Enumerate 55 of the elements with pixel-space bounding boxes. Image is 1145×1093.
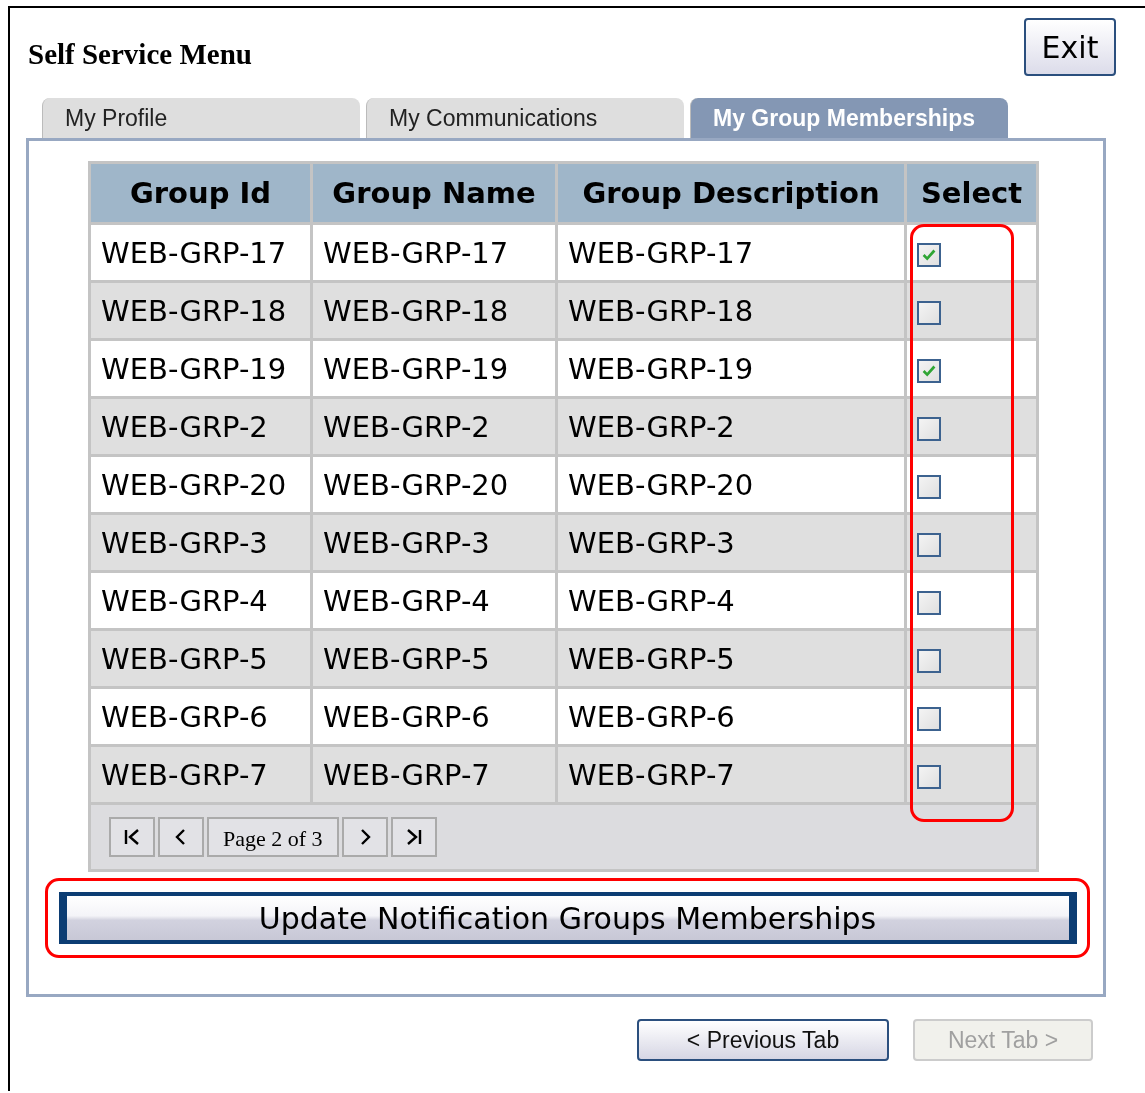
table-cell: WEB-GRP-17 [556, 223, 906, 282]
table-cell: WEB-GRP-20 [556, 455, 906, 514]
table-cell: WEB-GRP-2 [311, 397, 557, 456]
table-cell: WEB-GRP-17 [89, 223, 312, 282]
checkbox[interactable] [917, 648, 941, 673]
table-cell: WEB-GRP-4 [89, 571, 312, 630]
table-cell: WEB-GRP-5 [89, 629, 312, 688]
table-cell: WEB-GRP-6 [556, 687, 906, 746]
table-cell: WEB-GRP-2 [556, 397, 906, 456]
table-cell: WEB-GRP-19 [556, 339, 906, 398]
tab[interactable]: My Communications [366, 98, 684, 138]
checkbox[interactable] [917, 300, 941, 325]
window-title: Self Service Menu [28, 38, 252, 71]
table-cell: WEB-GRP-4 [311, 571, 557, 630]
table-cell: WEB-GRP-19 [311, 339, 557, 398]
table-cell: WEB-GRP-7 [89, 745, 312, 804]
table-cell: WEB-GRP-2 [89, 397, 312, 456]
table-cell: WEB-GRP-18 [556, 281, 906, 340]
table-cell: WEB-GRP-7 [311, 745, 557, 804]
page-indicator: Page 2 of 3 [207, 817, 339, 857]
next-page-button[interactable] [341, 817, 388, 857]
previous-page-button[interactable] [158, 817, 204, 857]
table-cell: WEB-GRP-18 [89, 281, 312, 340]
table-cell: WEB-GRP-5 [311, 629, 557, 688]
table-cell: WEB-GRP-3 [89, 513, 312, 572]
checkbox[interactable] [917, 416, 941, 441]
table-cell: WEB-GRP-17 [311, 223, 557, 282]
checkbox[interactable] [917, 358, 941, 383]
exit-button[interactable]: Exit [1024, 18, 1116, 76]
table-cell: WEB-GRP-20 [89, 455, 312, 514]
last-page-button[interactable] [390, 817, 437, 857]
table-cell: WEB-GRP-3 [556, 513, 906, 572]
checkbox[interactable] [917, 474, 941, 499]
table-cell: WEB-GRP-20 [311, 455, 557, 514]
column-header: Group Name [311, 162, 557, 224]
table-cell: WEB-GRP-3 [311, 513, 557, 572]
checkbox[interactable] [917, 706, 941, 731]
checkbox[interactable] [917, 242, 941, 267]
column-header: Group Id [89, 162, 312, 224]
checkbox[interactable] [917, 590, 941, 615]
table-cell: WEB-GRP-6 [311, 687, 557, 746]
column-header: Select [905, 162, 1038, 224]
checkbox[interactable] [917, 764, 941, 789]
tab[interactable]: My Profile [42, 98, 360, 138]
column-header: Group Description [556, 162, 906, 224]
checkbox[interactable] [917, 532, 941, 557]
table-cell: WEB-GRP-5 [556, 629, 906, 688]
table-cell: WEB-GRP-18 [311, 281, 557, 340]
table-cell: WEB-GRP-19 [89, 339, 312, 398]
table-cell: WEB-GRP-6 [89, 687, 312, 746]
table-cell: WEB-GRP-4 [556, 571, 906, 630]
first-page-button[interactable] [109, 817, 155, 857]
update-button[interactable]: Update Notification Groups Memberships [58, 892, 1077, 944]
previous-tab-button[interactable]: < Previous Tab [637, 1019, 889, 1061]
table-cell: WEB-GRP-7 [556, 745, 906, 804]
